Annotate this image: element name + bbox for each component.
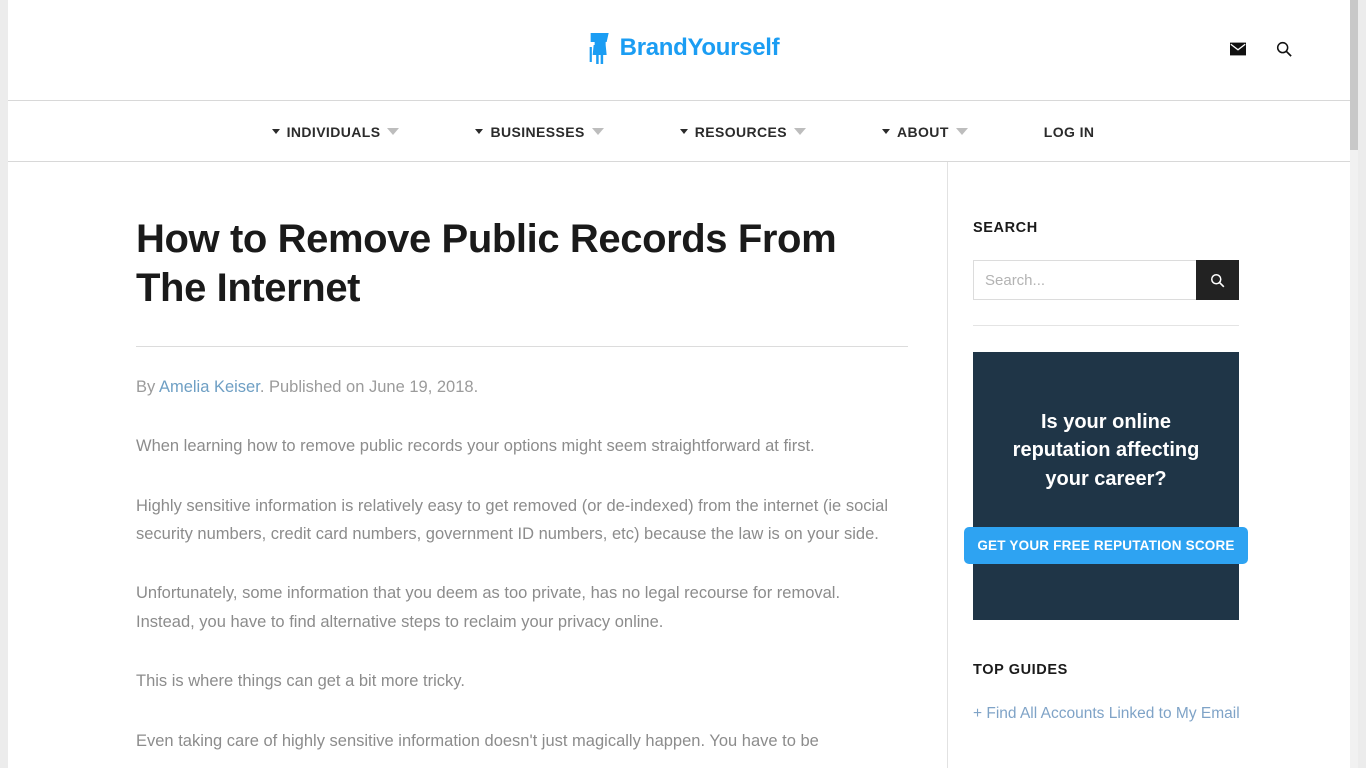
header-icon-group — [1230, 41, 1292, 57]
nav-item-businesses[interactable]: BUSINESSES — [437, 124, 641, 140]
caret-down-icon — [679, 129, 688, 134]
search-submit-button[interactable] — [1196, 260, 1239, 300]
search-widget-title: SEARCH — [973, 220, 1038, 236]
search-widget: SEARCH — [973, 220, 1350, 326]
article-body: When learning how to remove public recor… — [136, 432, 899, 755]
caret-down-icon — [882, 129, 890, 134]
content-area: How to Remove Public Records From The In… — [8, 162, 1358, 768]
nav-item-label: ABOUT — [897, 123, 949, 140]
main-navigation: INDIVIDUALS BUSINESSES RESOURCES ABOUT L… — [8, 101, 1358, 162]
top-guides-widget: TOP GUIDES + Find All Accounts Linked to… — [973, 662, 1350, 727]
article-paragraph: This is where things can get a bit more … — [136, 672, 465, 691]
nav-item-label: INDIVIDUALS — [286, 123, 381, 140]
brandyourself-logo-icon — [589, 33, 609, 64]
article-byline: By Amelia Keiser. Published on June 19, … — [136, 375, 899, 400]
nav-item-resources[interactable]: RESOURCES — [642, 124, 844, 140]
chevron-down-icon — [794, 128, 806, 135]
sidebar-search-form — [973, 260, 1239, 300]
title-divider — [136, 345, 908, 347]
search-widget-divider — [973, 325, 1239, 326]
nav-item-label: BUSINESSES — [490, 123, 585, 140]
sidebar-column: SEARCH Is your online reputation affecti… — [947, 162, 1350, 768]
nav-item-log-in[interactable]: LOG IN — [1006, 124, 1133, 140]
caret-down-icon — [271, 129, 280, 134]
caret-down-icon — [475, 129, 484, 134]
page-title: How to Remove Public Records From The In… — [136, 217, 837, 310]
nav-item-label: LOG IN — [1043, 123, 1095, 140]
article-paragraph: Highly sensitive information is relative… — [136, 496, 888, 544]
site-logo[interactable]: BrandYourself — [587, 31, 780, 65]
page-scrollbar-thumb[interactable] — [1350, 0, 1358, 150]
article-paragraph: When learning how to remove public recor… — [136, 437, 815, 456]
promo-headline: Is your online reputation affecting your… — [1012, 410, 1200, 490]
search-icon — [1210, 273, 1225, 287]
nav-item-individuals[interactable]: INDIVIDUALS — [234, 124, 438, 140]
search-icon[interactable] — [1276, 41, 1292, 57]
guide-link[interactable]: + Find All Accounts Linked to My Email — [973, 702, 1350, 727]
page-container: BrandYourself INDIVIDUALS BUSINESSES RES… — [8, 0, 1358, 768]
promo-banner[interactable]: Is your online reputation affecting your… — [964, 352, 1248, 620]
chevron-down-icon — [591, 128, 604, 135]
article-column: How to Remove Public Records From The In… — [8, 162, 947, 768]
page-scrollbar-track[interactable] — [1350, 0, 1358, 768]
article-paragraph: Unfortunately, some information that you… — [136, 584, 841, 631]
promo-cta-button[interactable]: GET YOUR FREE REPUTATION SCORE — [964, 527, 1248, 565]
byline-suffix: . Published on June 19, 2018. — [259, 377, 479, 396]
nav-item-label: RESOURCES — [694, 123, 787, 140]
search-input[interactable] — [973, 260, 1196, 300]
top-guides-title: TOP GUIDES — [973, 662, 1068, 678]
author-link[interactable]: Amelia Keiser — [159, 378, 260, 396]
chevron-down-icon — [955, 128, 968, 135]
chevron-down-icon — [387, 128, 400, 135]
nav-item-about[interactable]: ABOUT — [844, 124, 1006, 140]
mail-icon[interactable] — [1230, 41, 1246, 57]
byline-prefix: By — [136, 377, 159, 396]
site-logo-text: BrandYourself — [619, 34, 780, 61]
article-paragraph: Even taking care of highly sensitive inf… — [136, 731, 819, 750]
site-header: BrandYourself — [8, 0, 1358, 101]
